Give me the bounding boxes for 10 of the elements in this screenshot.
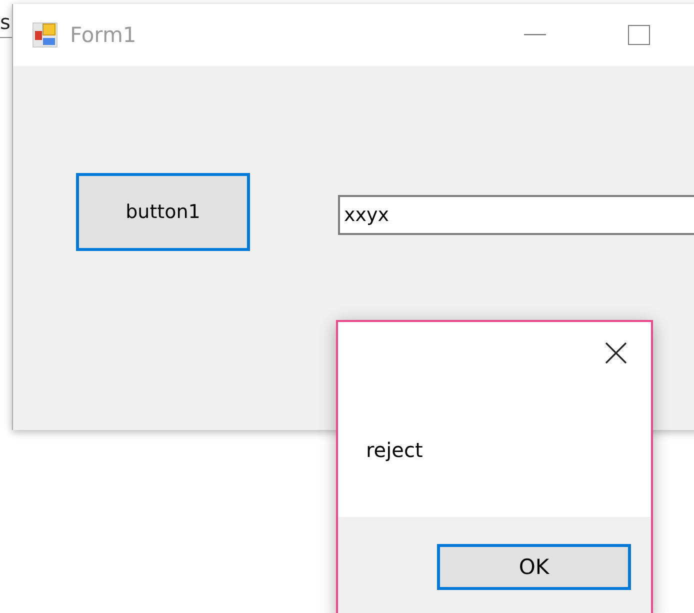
message-text: reject [366, 438, 423, 462]
window-title: Form1 [70, 23, 136, 47]
text-field[interactable]: xxyx [338, 195, 694, 235]
maximize-icon[interactable] [628, 25, 650, 45]
minimize-icon[interactable] [524, 34, 546, 36]
background-text: s [0, 10, 10, 34]
app-icon [32, 22, 58, 48]
form-button[interactable]: button1 [76, 173, 250, 251]
close-icon[interactable] [604, 341, 628, 365]
ok-button[interactable]: OK [437, 544, 631, 590]
